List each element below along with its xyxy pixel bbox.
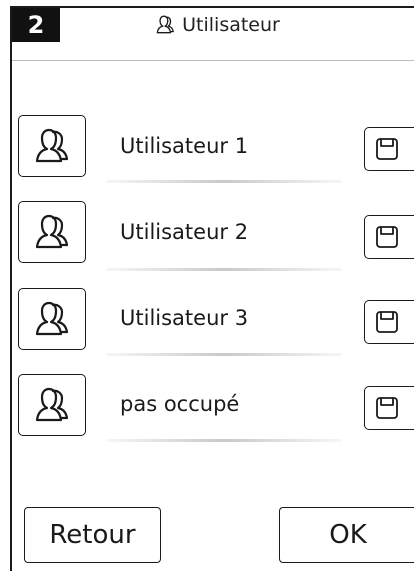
title-bar: Utilisateur: [60, 8, 414, 42]
ok-button[interactable]: OK: [279, 507, 414, 563]
save-button-2[interactable]: [364, 215, 414, 259]
step-number-badge: 2: [12, 8, 60, 42]
user-underline-2: [106, 268, 342, 271]
user-button-4[interactable]: [18, 374, 86, 436]
screen: 2 Utilisateur Utilisateur 1 Utilisateur …: [10, 6, 414, 571]
user-button-2[interactable]: [18, 201, 86, 263]
user-button-1[interactable]: [18, 115, 86, 177]
user-label-2[interactable]: Utilisateur 2: [120, 220, 248, 244]
user-icon: [35, 387, 69, 422]
save-button-4[interactable]: [364, 386, 414, 430]
user-underline-3: [106, 353, 342, 356]
user-icon: [35, 301, 69, 336]
user-underline-4: [106, 439, 342, 442]
user-icon: [35, 128, 69, 163]
user-label-4[interactable]: pas occupé: [120, 392, 239, 416]
page-title: Utilisateur: [182, 14, 280, 36]
save-icon: [376, 138, 398, 160]
save-icon: [376, 226, 398, 248]
save-icon: [376, 397, 398, 419]
user-icon: [156, 15, 175, 34]
user-label-1[interactable]: Utilisateur 1: [120, 134, 248, 158]
user-button-3[interactable]: [18, 288, 86, 350]
user-label-3[interactable]: Utilisateur 3: [120, 306, 248, 330]
back-button[interactable]: Retour: [24, 507, 161, 563]
save-icon: [376, 311, 398, 333]
save-button-1[interactable]: [364, 127, 414, 171]
user-icon: [35, 214, 69, 249]
user-underline-1: [106, 180, 342, 183]
save-button-3[interactable]: [364, 300, 414, 344]
title-divider: [12, 60, 414, 61]
